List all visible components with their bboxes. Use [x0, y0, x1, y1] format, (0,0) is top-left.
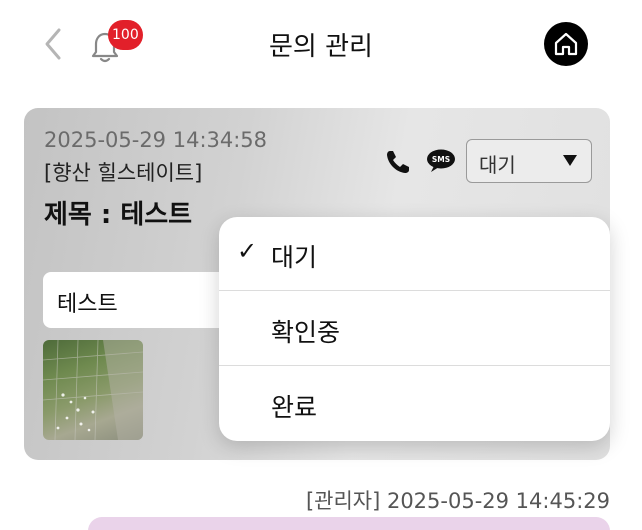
sms-icon[interactable]: SMS [426, 149, 456, 173]
attachment-thumbnail[interactable] [43, 340, 143, 440]
home-button[interactable] [544, 22, 588, 66]
reply-bubble [88, 517, 610, 530]
status-option-label: 확인중 [271, 318, 341, 347]
inquiry-datetime: 2025-05-29 14:34:58 [44, 128, 268, 152]
status-option-label: 완료 [271, 393, 318, 422]
phone-icon[interactable] [384, 148, 412, 176]
status-option-waiting[interactable]: ✓ 대기 [219, 217, 610, 291]
status-option-done[interactable]: 완료 [219, 367, 610, 441]
checkmark-icon: ✓ [237, 237, 258, 265]
status-select[interactable]: 대기 [466, 139, 592, 183]
caret-down-icon [563, 155, 577, 166]
inquiry-complex: [향산 힐스테이트] [44, 161, 203, 185]
inquiry-subject: 제목 : 테스트 [44, 200, 193, 230]
status-select-value: 대기 [479, 153, 516, 177]
svg-text:SMS: SMS [432, 155, 450, 164]
status-dropdown-menu: ✓ 대기 확인중 완료 [219, 217, 610, 441]
reply-meta: [관리자] 2025-05-29 14:45:29 [305, 489, 610, 513]
home-icon [554, 32, 578, 56]
app-header: 100 문의 관리 [0, 0, 642, 90]
status-option-label: 대기 [271, 243, 318, 272]
inquiry-content-text: 테스트 [57, 292, 118, 317]
status-option-checking[interactable]: 확인중 [219, 292, 610, 366]
